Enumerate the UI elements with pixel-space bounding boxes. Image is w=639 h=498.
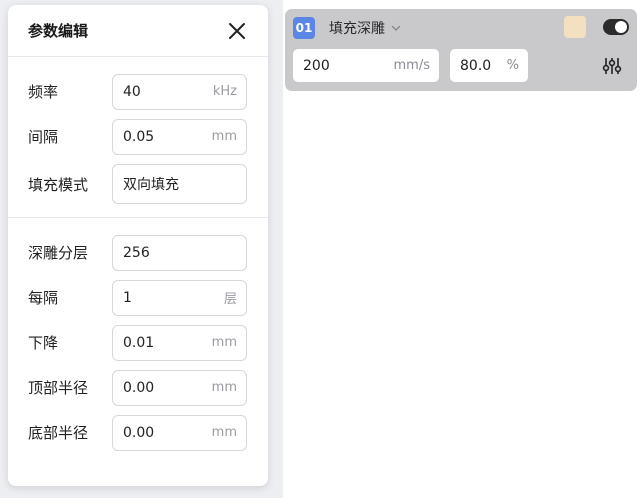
frequency-input[interactable]: 40 kHz (112, 73, 247, 110)
sliders-icon (602, 58, 622, 74)
bottom-radius-value: 0.00 (123, 424, 155, 441)
top-radius-unit: mm (211, 380, 237, 395)
descend-input[interactable]: 0.01 mm (112, 324, 247, 361)
layer-enable-toggle[interactable] (603, 19, 629, 35)
interval-unit: mm (211, 129, 237, 144)
row-every: 每隔 1 层 (28, 275, 248, 320)
every-label: 每隔 (28, 289, 59, 307)
frequency-label: 频率 (28, 83, 59, 101)
panel-title: 参数编辑 (28, 22, 89, 40)
layer-number-badge: 01 (293, 17, 315, 39)
bottom-radius-input[interactable]: 0.00 mm (112, 414, 247, 451)
layers-value: 256 (123, 244, 150, 261)
param-edit-panel: 参数编辑 频率 40 kHz 间隔 0.05 mm 填充模式 双向填充 深雕分层… (8, 5, 268, 486)
speed-value: 200 (303, 57, 330, 74)
descend-unit: mm (211, 335, 237, 350)
row-fill-mode: 填充模式 双向填充 (28, 159, 248, 209)
every-value: 1 (123, 289, 132, 306)
fill-mode-value: 双向填充 (123, 177, 179, 193)
every-input[interactable]: 1 层 (112, 279, 247, 316)
interval-input[interactable]: 0.05 mm (112, 118, 247, 155)
fill-mode-label: 填充模式 (28, 175, 89, 194)
row-layers: 深雕分层 256 (28, 230, 248, 275)
descend-value: 0.01 (123, 334, 155, 351)
descend-label: 下降 (28, 334, 59, 352)
layer-mode-dropdown[interactable]: 填充深雕 (329, 18, 401, 38)
speed-unit: mm/s (393, 58, 430, 73)
section-basic: 频率 40 kHz 间隔 0.05 mm 填充模式 双向填充 (8, 57, 268, 217)
layers-input[interactable]: 256 (112, 234, 247, 271)
section-deep-engrave: 深雕分层 256 每隔 1 层 下降 0.01 mm 顶部半径 0.00 mm (8, 217, 268, 463)
fill-mode-select[interactable]: 双向填充 (112, 164, 247, 204)
top-radius-input[interactable]: 0.00 mm (112, 369, 247, 406)
power-unit: % (506, 58, 519, 73)
row-top-radius: 顶部半径 0.00 mm (28, 365, 248, 410)
bottom-radius-label: 底部半径 (28, 424, 89, 442)
every-unit: 层 (223, 292, 237, 307)
layer-mode-label: 填充深雕 (329, 21, 385, 37)
power-input[interactable]: 80.0 % (450, 49, 528, 82)
toggle-knob (615, 21, 627, 33)
row-frequency: 频率 40 kHz (28, 69, 248, 114)
bottom-radius-unit: mm (211, 425, 237, 440)
power-value: 80.0 (460, 57, 492, 74)
row-bottom-radius: 底部半径 0.00 mm (28, 410, 248, 455)
row-interval: 间隔 0.05 mm (28, 114, 248, 159)
close-icon (229, 22, 245, 39)
layer-card[interactable]: 01 填充深雕 200 mm/s 80.0 % (285, 9, 637, 91)
interval-value: 0.05 (123, 128, 155, 145)
row-descend: 下降 0.01 mm (28, 320, 248, 365)
panel-header: 参数编辑 (8, 5, 268, 57)
layer-color-swatch[interactable] (564, 16, 586, 38)
adjust-button[interactable] (601, 55, 623, 77)
chevron-down-icon (391, 25, 401, 31)
top-radius-value: 0.00 (123, 379, 155, 396)
frequency-unit: kHz (212, 84, 237, 99)
speed-input[interactable]: 200 mm/s (293, 49, 439, 82)
layers-label: 深雕分层 (28, 244, 89, 262)
close-button[interactable] (226, 20, 248, 42)
frequency-value: 40 (123, 83, 141, 100)
interval-label: 间隔 (28, 128, 59, 146)
top-radius-label: 顶部半径 (28, 379, 89, 397)
